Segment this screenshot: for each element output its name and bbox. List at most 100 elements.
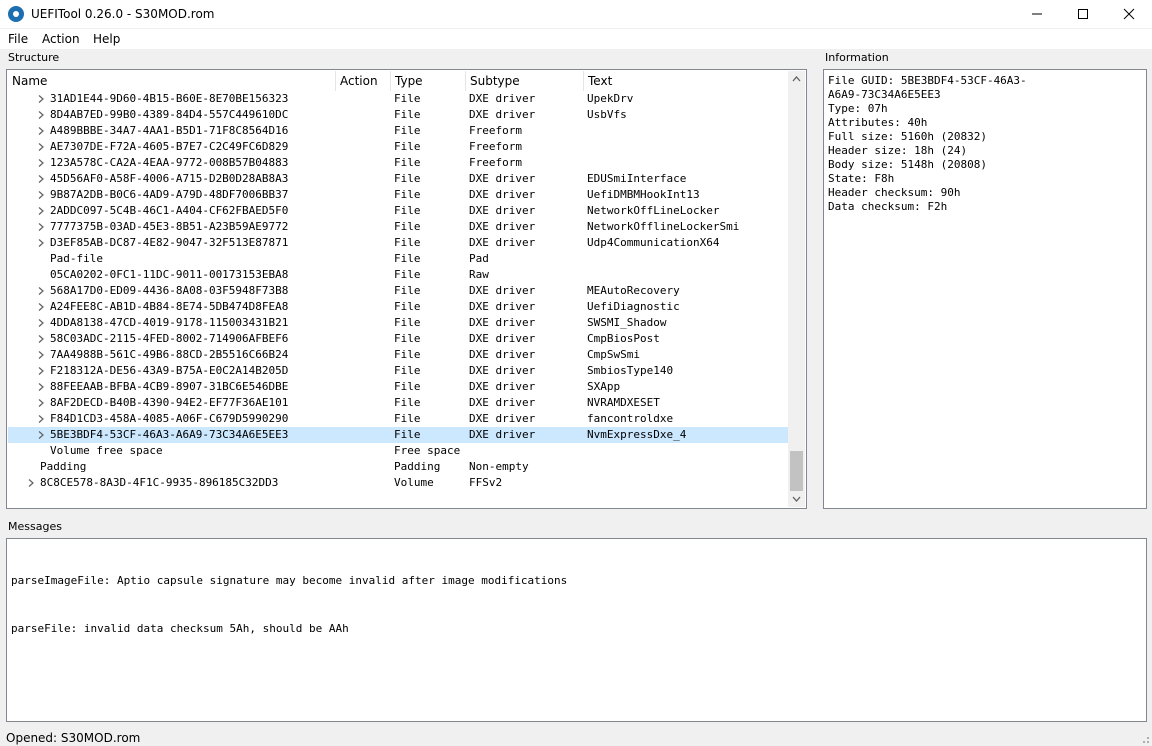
tree-row[interactable]: 7777375B-03AD-45E3-8B51-A23B59AE9772 File… [8,219,788,235]
tree-row[interactable]: 8AF2DECD-B40B-4390-94E2-EF77F36AE101 File… [8,395,788,411]
chevron-right-icon[interactable] [38,351,44,359]
messages-panel[interactable]: parseImageFile: Aptio capsule signature … [6,538,1147,722]
tree-row[interactable]: A489BBBE-34A7-4AA1-B5D1-71F8C8564D16 File… [8,123,788,139]
chevron-right-icon[interactable] [38,95,44,103]
chevron-right-icon[interactable] [38,431,44,439]
chevron-right-icon[interactable] [38,191,44,199]
tree-cell-name: A24FEE8C-AB1D-4B84-8E74-5DB474D8FEA8 [50,300,289,313]
chevron-right-icon[interactable] [38,383,44,391]
tree-cell-name: 45D56AF0-A58F-4006-A715-D2B0D28AB8A3 [50,172,289,185]
status-text: Opened: S30MOD.rom [6,731,141,745]
chevron-right-icon[interactable] [38,223,44,231]
tree-cell-subtype: Pad [469,252,489,265]
information-label: Information [825,51,889,64]
tree-cell-subtype: DXE driver [469,284,536,297]
resize-grip-icon[interactable] [1140,734,1150,744]
chevron-down-icon [792,496,801,502]
tree-row[interactable]: 8D4AB7ED-99B0-4389-84D4-557C449610DC File… [8,107,788,123]
chevron-right-icon[interactable] [38,143,44,151]
tree-row[interactable]: 7AA4988B-561C-49B6-88CD-2B5516C66B24 File… [8,347,788,363]
chevron-right-icon[interactable] [38,111,44,119]
tree-cell-name: Volume free space [50,444,163,457]
tree-cell-type: File [394,108,421,121]
tree-cell-type: Free space [394,444,461,457]
tree-cell-type: File [394,284,421,297]
tree-cell-text: UpekDrv [587,92,634,105]
information-panel[interactable]: File GUID: 5BE3BDF4-53CF-46A3- A6A9-73C3… [823,69,1147,509]
tree-row[interactable]: 2ADDC097-5C4B-46C1-A404-CF62FBAED5F0 File… [8,203,788,219]
tree-row[interactable]: 5BE3BDF4-53CF-46A3-A6A9-73C34A6E5EE3 File… [8,427,788,443]
chevron-right-icon[interactable] [38,207,44,215]
close-button[interactable] [1106,0,1152,28]
column-type[interactable]: Type [391,71,466,91]
tree-cell-name: F84D1CD3-458A-4085-A06F-C679D5990290 [50,412,289,425]
maximize-button[interactable] [1060,0,1106,28]
tree-row[interactable]: 8C8CE578-8A3D-4F1C-9935-896185C32DD3 Volu… [8,475,788,491]
tree-cell-text: SXApp [587,380,621,393]
tree-cell-name: 8D4AB7ED-99B0-4389-84D4-557C449610DC [50,108,289,121]
menu-file[interactable]: File [8,32,28,46]
chevron-right-icon[interactable] [28,479,34,487]
tree-cell-text: SWSMI_Shadow [587,316,667,329]
tree-cell-name: F218312A-DE56-43A9-B75A-E0C2A14B205D [50,364,289,377]
tree-row[interactable]: A24FEE8C-AB1D-4B84-8E74-5DB474D8FEA8 File… [8,299,788,315]
minimize-button[interactable] [1014,0,1060,28]
tree-row[interactable]: 4DDA8138-47CD-4019-9178-115003431B21 File… [8,315,788,331]
column-action[interactable]: Action [336,71,391,91]
tree-cell-type: File [394,348,421,361]
menu-action[interactable]: Action [42,32,80,46]
tree-row[interactable]: Padding Padding Non-empty [8,459,788,475]
chevron-right-icon[interactable] [38,399,44,407]
scroll-thumb[interactable] [790,451,803,491]
tree-cell-subtype: DXE driver [469,348,536,361]
tree-row[interactable]: F84D1CD3-458A-4085-A06F-C679D5990290 File… [8,411,788,427]
message-line[interactable]: parseImageFile: Aptio capsule signature … [11,573,567,589]
chevron-right-icon[interactable] [38,287,44,295]
tree-row[interactable]: 568A17D0-ED09-4436-8A08-03F5948F73B8 File… [8,283,788,299]
chevron-right-icon[interactable] [38,335,44,343]
tree-row[interactable]: F218312A-DE56-43A9-B75A-E0C2A14B205D File… [8,363,788,379]
window-title: UEFITool 0.26.0 - S30MOD.rom [31,7,215,21]
tree-row[interactable]: 45D56AF0-A58F-4006-A715-D2B0D28AB8A3 File… [8,171,788,187]
tree-row[interactable]: 05CA0202-0FC1-11DC-9011-00173153EBA8 File… [8,267,788,283]
scroll-down-button[interactable] [788,490,805,507]
tree-cell-subtype: Freeform [469,156,522,169]
tree-cell-name: 5BE3BDF4-53CF-46A3-A6A9-73C34A6E5EE3 [50,428,289,441]
tree-cell-type: File [394,124,421,137]
tree-row[interactable]: Volume free space Free space [8,443,788,459]
column-text[interactable]: Text [584,71,790,91]
tree-cell-subtype: Freeform [469,124,522,137]
chevron-right-icon[interactable] [38,175,44,183]
chevron-right-icon[interactable] [38,415,44,423]
tree-row[interactable]: 31AD1E44-9D60-4B15-B60E-8E70BE156323 File… [8,91,788,107]
chevron-right-icon[interactable] [38,159,44,167]
tree-cell-type: File [394,172,421,185]
tree-row[interactable]: 9B87A2DB-B0C6-4AD9-A79D-48DF7006BB37 File… [8,187,788,203]
chevron-right-icon[interactable] [38,303,44,311]
chevron-right-icon[interactable] [38,127,44,135]
chevron-right-icon[interactable] [38,239,44,247]
tree-cell-name: 9B87A2DB-B0C6-4AD9-A79D-48DF7006BB37 [50,188,289,201]
chevron-right-icon[interactable] [38,319,44,327]
structure-scrollbar[interactable] [788,71,805,507]
tree-row[interactable]: AE7307DE-F72A-4605-B7E7-C2C49FC6D829 File… [8,139,788,155]
tree-cell-text: NVRAMDXESET [587,396,660,409]
structure-tree[interactable]: Name Action Type Subtype Text 31AD1E44-9… [6,69,807,509]
menu-help[interactable]: Help [93,32,120,46]
chevron-right-icon[interactable] [38,367,44,375]
close-icon [1123,8,1135,20]
message-line[interactable]: parseFile: invalid data checksum 5Ah, sh… [11,621,567,637]
tree-cell-type: File [394,268,421,281]
tree-cell-name: 88FEEAAB-BFBA-4CB9-8907-31BC6E546DBE [50,380,289,393]
tree-cell-name: Padding [40,460,87,473]
scroll-up-button[interactable] [788,71,805,88]
tree-row[interactable]: D3EF85AB-DC87-4E82-9047-32F513E87871 File… [8,235,788,251]
tree-row[interactable]: 88FEEAAB-BFBA-4CB9-8907-31BC6E546DBE File… [8,379,788,395]
tree-row[interactable]: 123A578C-CA2A-4EAA-9772-008B57B04883 File… [8,155,788,171]
column-name[interactable]: Name [8,71,336,91]
tree-cell-subtype: Freeform [469,140,522,153]
tree-cell-type: File [394,92,421,105]
tree-row[interactable]: 58C03ADC-2115-4FED-8002-714906AFBEF6 File… [8,331,788,347]
column-subtype[interactable]: Subtype [466,71,584,91]
tree-row[interactable]: Pad-file File Pad [8,251,788,267]
